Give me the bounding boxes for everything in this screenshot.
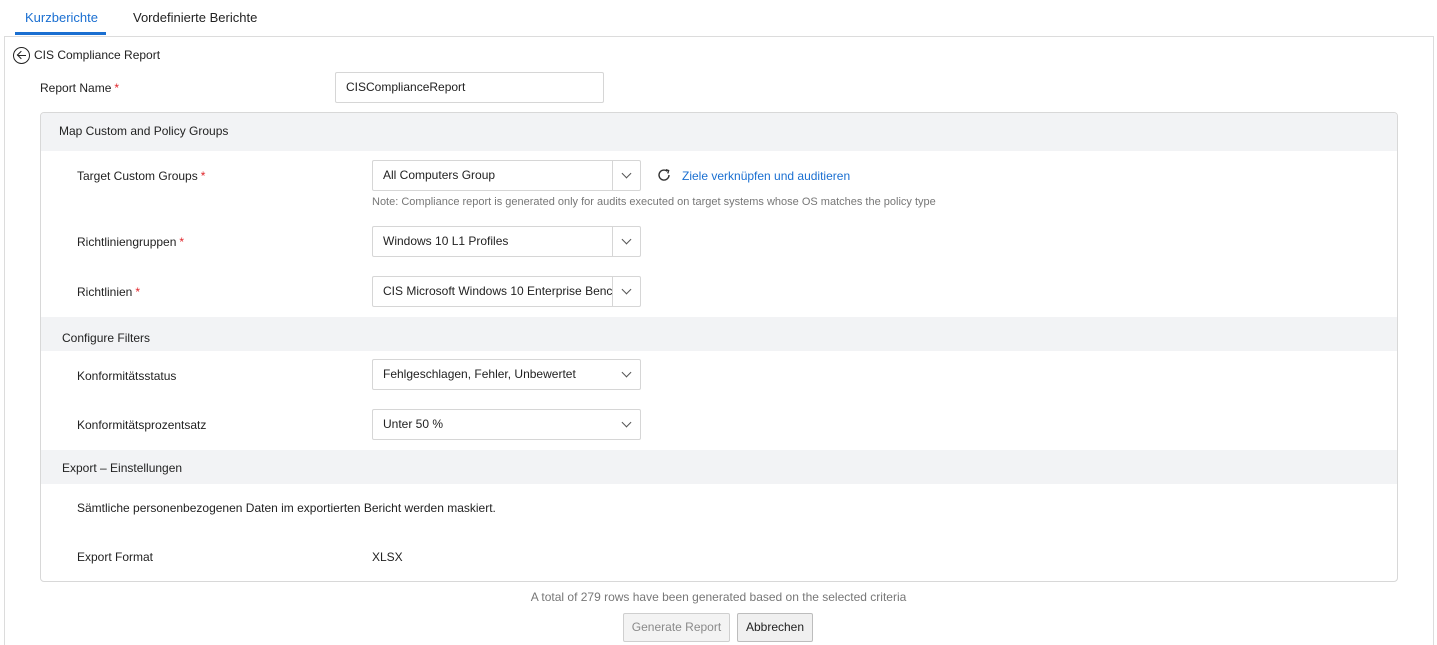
data-masking-note: Sämtliche personenbezogenen Daten im exp… — [77, 501, 496, 515]
target-groups-label: Target Custom Groups * — [77, 169, 206, 183]
select-divider — [612, 227, 613, 256]
chevron-down-icon[interactable] — [621, 284, 632, 295]
select-value: Unter 50 % — [383, 417, 444, 431]
required-marker: * — [135, 285, 141, 299]
rows-summary: A total of 279 rows have been generated … — [530, 590, 907, 604]
select-value: CIS Microsoft Windows 10 Enterprise Benc… — [383, 284, 615, 298]
section-header-filters: Configure Filters — [41, 317, 1397, 351]
export-format-value: XLSX — [372, 550, 403, 564]
chevron-down-icon[interactable] — [621, 417, 632, 428]
compliance-status-select[interactable]: Fehlgeschlagen, Fehler, Unbewertet — [372, 359, 641, 390]
link-and-audit-targets-link[interactable]: Ziele verknüpfen und auditieren — [682, 169, 850, 183]
required-marker: * — [179, 235, 185, 249]
back-arrow-circle-icon[interactable] — [13, 46, 30, 64]
refresh-icon[interactable] — [656, 167, 672, 183]
export-format-label: Export Format — [77, 550, 154, 564]
select-value: All Computers Group — [383, 168, 496, 182]
section-header-export: Export – Einstellungen — [41, 450, 1397, 484]
cancel-button[interactable]: Abbrechen — [737, 613, 813, 642]
select-divider — [612, 277, 613, 306]
page-title: CIS Compliance Report — [34, 48, 161, 62]
policies-select[interactable]: CIS Microsoft Windows 10 Enterprise Benc… — [372, 276, 641, 307]
policy-groups-label: Richtliniengruppen * — [77, 235, 185, 249]
chevron-down-icon[interactable] — [621, 234, 632, 245]
section-header-map-groups: Map Custom and Policy Groups — [41, 113, 1397, 151]
compliance-percent-label: Konformitätsprozentsatz — [77, 418, 207, 432]
section-title: Export – Einstellungen — [62, 461, 183, 475]
target-groups-select[interactable]: All Computers Group — [372, 160, 641, 191]
select-divider — [612, 161, 613, 190]
tab-vordefinierte-berichte[interactable]: Vordefinierte Berichte — [133, 0, 257, 35]
chevron-down-icon[interactable] — [621, 367, 632, 378]
chevron-down-icon[interactable] — [621, 168, 632, 179]
policy-groups-select[interactable]: Windows 10 L1 Profiles — [372, 226, 641, 257]
policies-label: Richtlinien * — [77, 285, 141, 299]
tab-bar: Kurzberichte Vordefinierte Berichte — [0, 0, 1437, 35]
back-link[interactable]: CIS Compliance Report — [13, 46, 160, 64]
section-title: Configure Filters — [62, 331, 151, 345]
section-title: Map Custom and Policy Groups — [59, 124, 229, 138]
required-marker: * — [200, 169, 206, 183]
report-name-label: Report Name * — [40, 81, 120, 95]
report-name-input[interactable]: CISComplianceReport — [335, 72, 604, 103]
tab-kurzberichte[interactable]: Kurzberichte — [25, 0, 98, 35]
required-marker: * — [114, 81, 120, 95]
compliance-status-label: Konformitätsstatus — [77, 369, 177, 383]
select-value: Windows 10 L1 Profiles — [383, 234, 509, 248]
compliance-note: Note: Compliance report is generated onl… — [372, 196, 936, 208]
generate-report-button[interactable]: Generate Report — [623, 613, 730, 642]
select-value: Fehlgeschlagen, Fehler, Unbewertet — [383, 367, 576, 381]
compliance-percent-select[interactable]: Unter 50 % — [372, 409, 641, 440]
active-tab-indicator — [15, 32, 106, 35]
